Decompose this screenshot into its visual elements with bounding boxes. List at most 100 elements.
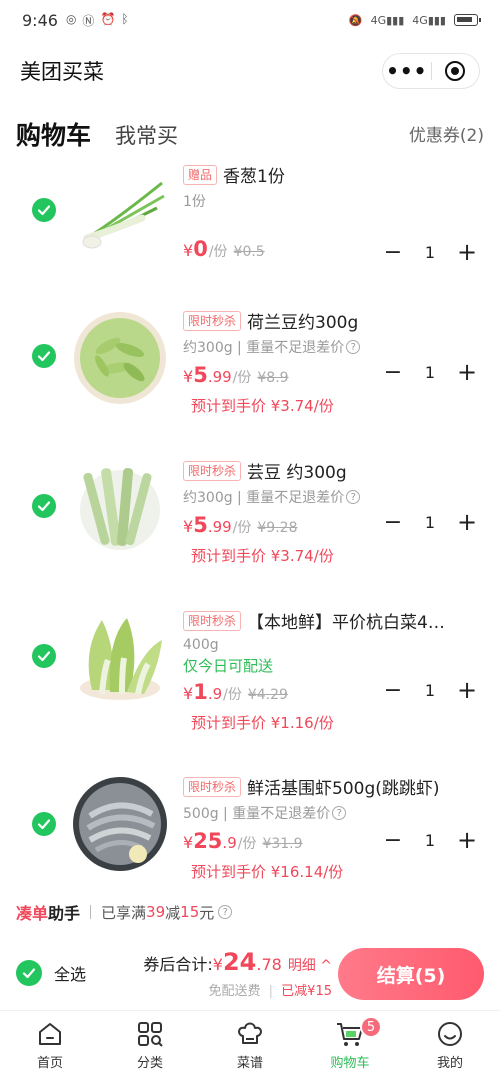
notification-icon: ◎ xyxy=(65,11,77,26)
tab-profile[interactable]: 我的 xyxy=(400,1011,500,1073)
item-checkbox[interactable] xyxy=(32,344,56,368)
tab-label: 分类 xyxy=(136,1056,163,1071)
coupon-link[interactable]: 优惠券(2) xyxy=(409,121,484,152)
product-name[interactable]: 荷兰豆约300g xyxy=(247,308,358,333)
original-price: ¥0.5 xyxy=(233,244,265,260)
item-tag: 赠品 xyxy=(183,164,218,185)
increase-button[interactable]: + xyxy=(456,826,478,854)
product-image-bok-choy[interactable] xyxy=(72,610,168,706)
status-right-icons: 🔕 4G▮▮▮ 4G▮▮▮ xyxy=(349,14,481,27)
free-shipping: 免配送费 xyxy=(208,984,261,999)
checkout-bar: 全选 券后合计: ¥ 24 .78 明细 ^ 免配送费 | 已减¥15 结算(5… xyxy=(0,940,500,1008)
currency-symbol: ¥ xyxy=(183,517,194,536)
app-title: 美团买菜 xyxy=(20,60,104,84)
decrease-button[interactable]: − xyxy=(382,360,404,385)
item-checkbox[interactable] xyxy=(32,198,56,222)
help-icon[interactable]: ? xyxy=(346,340,361,354)
bundle-helper[interactable]: 凑单 助手 已享满 39 减 15 元 ? xyxy=(16,900,484,924)
quantity-value[interactable]: 1 xyxy=(404,513,456,532)
app-header: 美团买菜 ••• xyxy=(0,44,500,98)
bottom-tabbar: 首页 分类 菜谱 5 购物车 我的 xyxy=(0,1010,500,1073)
total-int: 24 xyxy=(222,948,257,976)
product-name[interactable]: 香葱1份 xyxy=(223,162,285,187)
item-checkbox[interactable] xyxy=(32,812,56,836)
quantity-value[interactable]: 1 xyxy=(404,243,456,262)
tab-recipes[interactable]: 菜谱 xyxy=(200,1011,300,1073)
currency-symbol: ¥ xyxy=(183,367,194,386)
check-icon xyxy=(37,819,51,830)
quantity-stepper: − 1 + xyxy=(382,826,478,854)
original-price: ¥9.28 xyxy=(257,520,298,536)
price-unit: /份 xyxy=(237,836,257,852)
helper-text: 元 xyxy=(199,903,215,922)
decrease-button[interactable]: − xyxy=(382,678,404,703)
estimated-price: 预计到手价 ¥1.16/份 xyxy=(191,714,334,732)
help-icon[interactable]: ? xyxy=(346,490,361,504)
price-dec: .9 xyxy=(222,834,237,852)
estimated-price: 预计到手价 ¥16.14/份 xyxy=(191,863,344,881)
select-all[interactable]: 全选 xyxy=(16,960,86,986)
check-icon xyxy=(37,351,51,362)
helper-text: 已享满 xyxy=(101,903,147,922)
total-summary: 券后合计: ¥ 24 .78 明细 ^ 免配送费 | 已减¥15 xyxy=(143,948,332,999)
item-tag: 限时秒杀 xyxy=(183,310,242,331)
product-spec: 400g xyxy=(183,637,219,653)
check-icon xyxy=(37,651,51,662)
item-tag: 限时秒杀 xyxy=(183,776,242,797)
product-spec: 约300g | 重量不足退差价? xyxy=(183,337,480,357)
product-image-green-beans[interactable] xyxy=(72,460,168,556)
profile-icon xyxy=(435,1019,465,1049)
cart-item: 限时秒杀 芸豆 约300g 约300g | 重量不足退差价? ¥ 5 .99 /… xyxy=(0,456,500,586)
quantity-value[interactable]: 1 xyxy=(404,363,456,382)
tab-category[interactable]: 分类 xyxy=(100,1011,200,1073)
cart-item: 限时秒杀 【本地鲜】平价杭白菜4… 400g 仅今日可配送 ¥ 1 .9 /份 … xyxy=(0,606,500,746)
price-unit: /份 xyxy=(232,370,252,386)
product-name[interactable]: 芸豆 约300g xyxy=(247,458,347,483)
tab-cart-bottom[interactable]: 5 购物车 xyxy=(300,1011,400,1073)
item-checkbox[interactable] xyxy=(32,644,56,668)
product-image-snow-peas[interactable] xyxy=(72,310,168,406)
cart-item: 限时秒杀 鲜活基围虾500g(跳跳虾) 500g | 重量不足退差价? ¥ 25… xyxy=(0,774,500,894)
more-icon[interactable]: ••• xyxy=(383,53,431,89)
check-icon xyxy=(37,205,51,216)
increase-button[interactable]: + xyxy=(456,238,478,266)
item-checkbox[interactable] xyxy=(32,494,56,518)
decrease-button[interactable]: − xyxy=(382,240,404,265)
price-int: 25 xyxy=(193,829,223,853)
product-spec: 1份 xyxy=(183,194,206,210)
product-image-scallion[interactable] xyxy=(72,168,168,264)
battery-icon xyxy=(454,14,481,26)
saved-amount: 已减¥15 xyxy=(281,984,332,999)
decrease-button[interactable]: − xyxy=(382,828,404,853)
tab-label: 首页 xyxy=(36,1056,63,1071)
currency-symbol: ¥ xyxy=(183,833,194,852)
original-price: ¥8.9 xyxy=(257,370,289,386)
status-left-icons: ◎ Ⓝ ⏰ ᛒ xyxy=(66,12,129,29)
select-all-checkbox[interactable] xyxy=(16,960,42,986)
tab-label: 菜谱 xyxy=(236,1056,263,1071)
price-int: 5 xyxy=(193,363,208,387)
original-price: ¥4.29 xyxy=(247,687,288,703)
tab-frequent[interactable]: 我常买 xyxy=(115,120,178,152)
info-icon[interactable]: ? xyxy=(218,905,233,919)
product-image-shrimp[interactable] xyxy=(72,776,168,872)
tab-home[interactable]: 首页 xyxy=(0,1011,100,1073)
tab-cart[interactable]: 购物车 xyxy=(16,116,91,152)
increase-button[interactable]: + xyxy=(456,676,478,704)
total-currency: ¥ xyxy=(212,955,223,974)
quantity-value[interactable]: 1 xyxy=(404,681,456,700)
quantity-stepper: − 1 + xyxy=(382,508,478,536)
help-icon[interactable]: ? xyxy=(332,806,347,820)
status-bar: 9:46 ◎ Ⓝ ⏰ ᛒ 🔕 4G▮▮▮ 4G▮▮▮ xyxy=(0,0,500,40)
home-icon xyxy=(35,1019,65,1049)
detail-toggle[interactable]: 明细 ^ xyxy=(288,955,332,975)
product-name[interactable]: 鲜活基围虾500g(跳跳虾) xyxy=(247,774,440,799)
increase-button[interactable]: + xyxy=(456,508,478,536)
decrease-button[interactable]: − xyxy=(382,510,404,535)
increase-button[interactable]: + xyxy=(456,358,478,386)
close-mini-program-button[interactable] xyxy=(432,61,480,81)
quantity-value[interactable]: 1 xyxy=(404,831,456,850)
estimated-price: 预计到手价 ¥3.74/份 xyxy=(191,397,334,415)
product-name[interactable]: 【本地鲜】平价杭白菜4… xyxy=(247,608,445,633)
checkout-button[interactable]: 结算(5) xyxy=(338,948,484,1000)
